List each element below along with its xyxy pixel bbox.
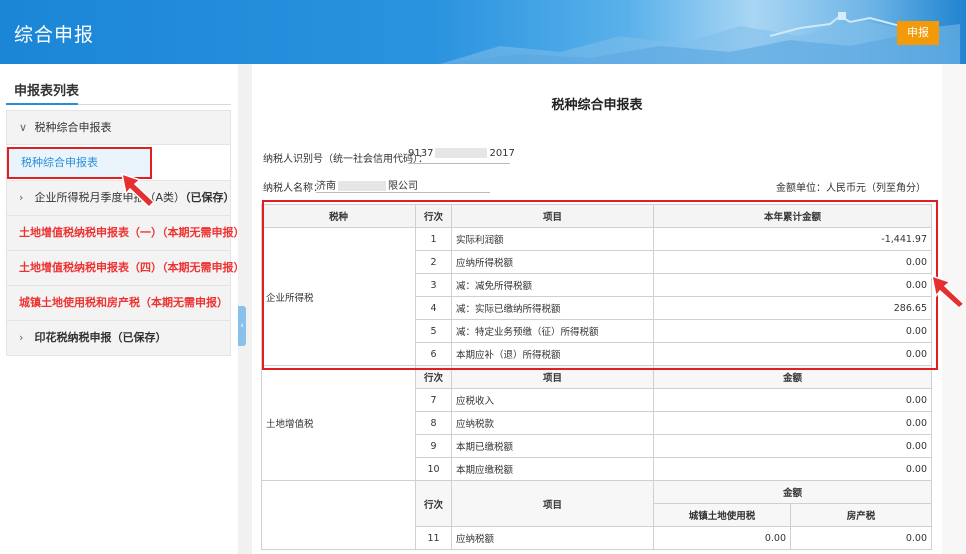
declaration-list-panel: 申报表列表 ∨ 税种综合申报表 税种综合申报表 › 企业所得税月季度申报（A类）… xyxy=(0,64,245,554)
menu-item-enterprise-income-tax[interactable]: › 企业所得税月季度申报（A类）（已保存） xyxy=(6,181,235,216)
table-row: 行次 项目 金额 xyxy=(261,480,933,550)
tax-type-cell: 土地增值税 xyxy=(261,365,416,481)
declaration-menu: ∨ 税种综合申报表 税种综合申报表 › 企业所得税月季度申报（A类）（已保存） … xyxy=(6,110,245,356)
pointer-arrow-icon xyxy=(931,274,966,309)
submit-declaration-button[interactable]: 申报 xyxy=(897,21,939,45)
tax-type-cell xyxy=(261,480,416,550)
taxpayer-id-prefix: 9137 xyxy=(408,148,434,159)
great-wall-banner-image xyxy=(440,12,960,64)
page-title: 综合申报 xyxy=(14,24,95,46)
amount-unit: 金额单位：人民币元（列至角分） xyxy=(776,183,926,194)
row-item: 应纳税额 xyxy=(451,526,654,550)
menu-group-comprehensive[interactable]: ∨ 税种综合申报表 xyxy=(6,110,231,145)
pointer-arrow-icon xyxy=(121,172,156,209)
col-header-property-tax: 房产税 xyxy=(789,503,933,527)
menu-item-land-use-property-tax[interactable]: 城镇土地使用税和房产税（本期无需申报） xyxy=(6,286,231,321)
col-header-row-no: 行次 xyxy=(415,480,452,527)
taxpayer-id-suffix: 2017 xyxy=(489,148,515,159)
row-no: 7 xyxy=(415,388,452,412)
row-value-input[interactable]: 0.00 xyxy=(652,457,933,481)
taxpayer-name-prefix: 济南 xyxy=(316,181,336,192)
menu-item-label: 企业所得税月季度申报（A类） xyxy=(34,191,186,204)
redacted-block xyxy=(338,181,386,191)
taxpayer-id-value: 9137 2017 xyxy=(408,148,515,164)
menu-subgroup: 税种综合申报表 xyxy=(6,145,231,181)
highlight-box xyxy=(262,200,938,370)
row-no: 10 xyxy=(415,457,452,481)
status-label: （已保存） xyxy=(185,191,235,204)
taxpayer-id-label: 纳税人识别号（统一社会信用代码）： xyxy=(263,154,428,165)
row-item: 本期应缴税额 xyxy=(451,457,654,481)
property-value-input[interactable]: 0.00 xyxy=(789,526,933,550)
row-item: 应纳税款 xyxy=(451,411,654,435)
collapse-panel-toggle[interactable]: ‹ xyxy=(238,306,246,346)
menu-group-label: 税种综合申报表 xyxy=(34,121,112,134)
app-header: 综合申报 申报 xyxy=(0,0,966,64)
row-no: 8 xyxy=(415,411,452,435)
row-value-input[interactable]: 0.00 xyxy=(652,388,933,412)
chevron-right-icon: › xyxy=(19,191,24,204)
taxpayer-name-value: 济南 限公司 xyxy=(316,177,490,193)
chevron-right-icon: › xyxy=(19,331,24,344)
menu-item-label: 印花税纳税申报（已保存） xyxy=(34,331,167,344)
col-header-land-use-tax: 城镇土地使用税 xyxy=(653,503,791,527)
chevron-down-icon: ∨ xyxy=(19,121,28,134)
menu-item-stamp-tax[interactable]: › 印花税纳税申报（已保存） xyxy=(6,321,231,356)
row-item: 本期已缴税额 xyxy=(451,434,654,458)
form-title: 税种综合申报表 xyxy=(551,98,643,113)
row-no: 9 xyxy=(415,434,452,458)
active-tab-indicator xyxy=(6,103,78,105)
menu-item-land-vat-4[interactable]: 土地增值税纳税申报表（四）（本期无需申报） xyxy=(6,251,245,286)
col-header-item: 项目 xyxy=(451,480,654,527)
redacted-block xyxy=(435,148,488,158)
menu-item-land-vat-1[interactable]: 土地增值税纳税申报表（一）（本期无需申报） xyxy=(6,216,245,251)
col-header-amount: 金额 xyxy=(652,480,933,504)
row-item: 应税收入 xyxy=(451,388,654,412)
row-value-input[interactable]: 0.00 xyxy=(652,434,933,458)
row-value-input[interactable]: 0.00 xyxy=(652,411,933,435)
taxpayer-name-suffix: 限公司 xyxy=(388,181,418,192)
panel-title: 申报表列表 xyxy=(14,84,80,99)
land-use-value-input[interactable]: 0.00 xyxy=(653,526,791,550)
taxpayer-name-label: 纳税人名称： xyxy=(263,183,323,194)
row-no: 11 xyxy=(415,526,452,550)
